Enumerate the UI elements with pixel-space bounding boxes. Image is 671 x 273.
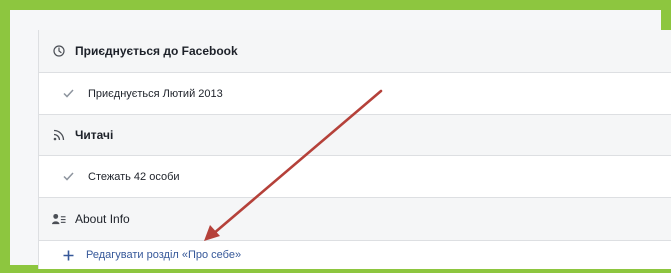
clock-icon [52, 44, 66, 58]
followers-item[interactable]: Стежать 42 особи [39, 156, 671, 198]
check-icon [61, 87, 75, 101]
check-icon [61, 170, 75, 184]
section-header-about: About Info [39, 198, 671, 241]
followers-count-text[interactable]: Стежать 42 особи [88, 171, 180, 183]
person-list-icon [52, 212, 66, 226]
screenshot-frame: Приєднується до Facebook Приєднується Лю… [0, 0, 671, 273]
rss-icon [52, 128, 66, 142]
about-panel: Приєднується до Facebook Приєднується Лю… [38, 30, 671, 269]
edit-about-link[interactable]: Редагувати розділ «Про себе» [39, 241, 671, 269]
joined-date-item: Приєднується Лютий 2013 [39, 73, 671, 115]
section-header-joined: Приєднується до Facebook [39, 30, 671, 73]
plus-icon[interactable] [61, 248, 75, 262]
section-title-about: About Info [75, 212, 130, 226]
section-title-joined: Приєднується до Facebook [75, 44, 238, 58]
section-header-followers: Читачі [39, 115, 671, 156]
section-title-followers: Читачі [75, 128, 114, 142]
edit-about-link-label[interactable]: Редагувати розділ «Про себе» [86, 249, 241, 261]
joined-date-text: Приєднується Лютий 2013 [88, 87, 223, 100]
